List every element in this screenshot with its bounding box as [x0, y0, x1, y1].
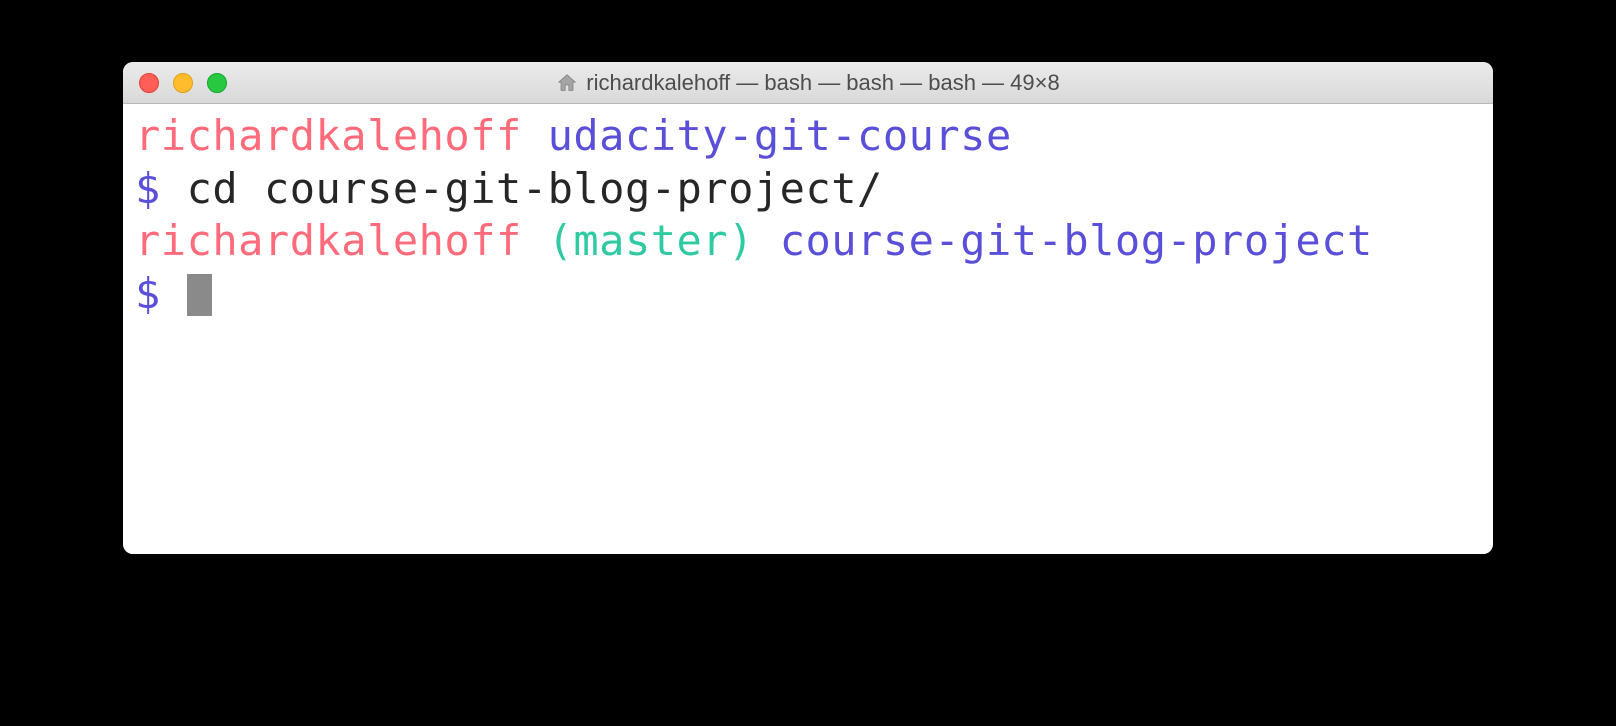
- command-text: cd course-git-blog-project/: [187, 164, 883, 213]
- prompt-symbol: $: [135, 269, 161, 318]
- terminal-window: richardkalehoff — bash — bash — bash — 4…: [123, 62, 1493, 554]
- home-icon: [556, 72, 578, 94]
- minimize-button[interactable]: [173, 73, 193, 93]
- prompt-dir: course-git-blog-project: [780, 216, 1373, 265]
- traffic-lights: [139, 73, 227, 93]
- title-wrap: richardkalehoff — bash — bash — bash — 4…: [123, 70, 1493, 96]
- close-button[interactable]: [139, 73, 159, 93]
- prompt-symbol: $: [135, 164, 161, 213]
- terminal-line: richardkalehoff udacity-git-course: [135, 110, 1481, 163]
- cursor: [187, 274, 212, 316]
- prompt-user: richardkalehoff: [135, 111, 522, 160]
- prompt-branch: (master): [548, 216, 754, 265]
- terminal-body[interactable]: richardkalehoff udacity-git-course $ cd …: [123, 104, 1493, 554]
- maximize-button[interactable]: [207, 73, 227, 93]
- window-title: richardkalehoff — bash — bash — bash — 4…: [586, 70, 1059, 96]
- prompt-dir: udacity-git-course: [548, 111, 1012, 160]
- terminal-line: $: [135, 268, 1481, 321]
- terminal-line: $ cd course-git-blog-project/: [135, 163, 1481, 216]
- prompt-user: richardkalehoff: [135, 216, 522, 265]
- terminal-line: richardkalehoff (master) course-git-blog…: [135, 215, 1481, 268]
- titlebar[interactable]: richardkalehoff — bash — bash — bash — 4…: [123, 62, 1493, 104]
